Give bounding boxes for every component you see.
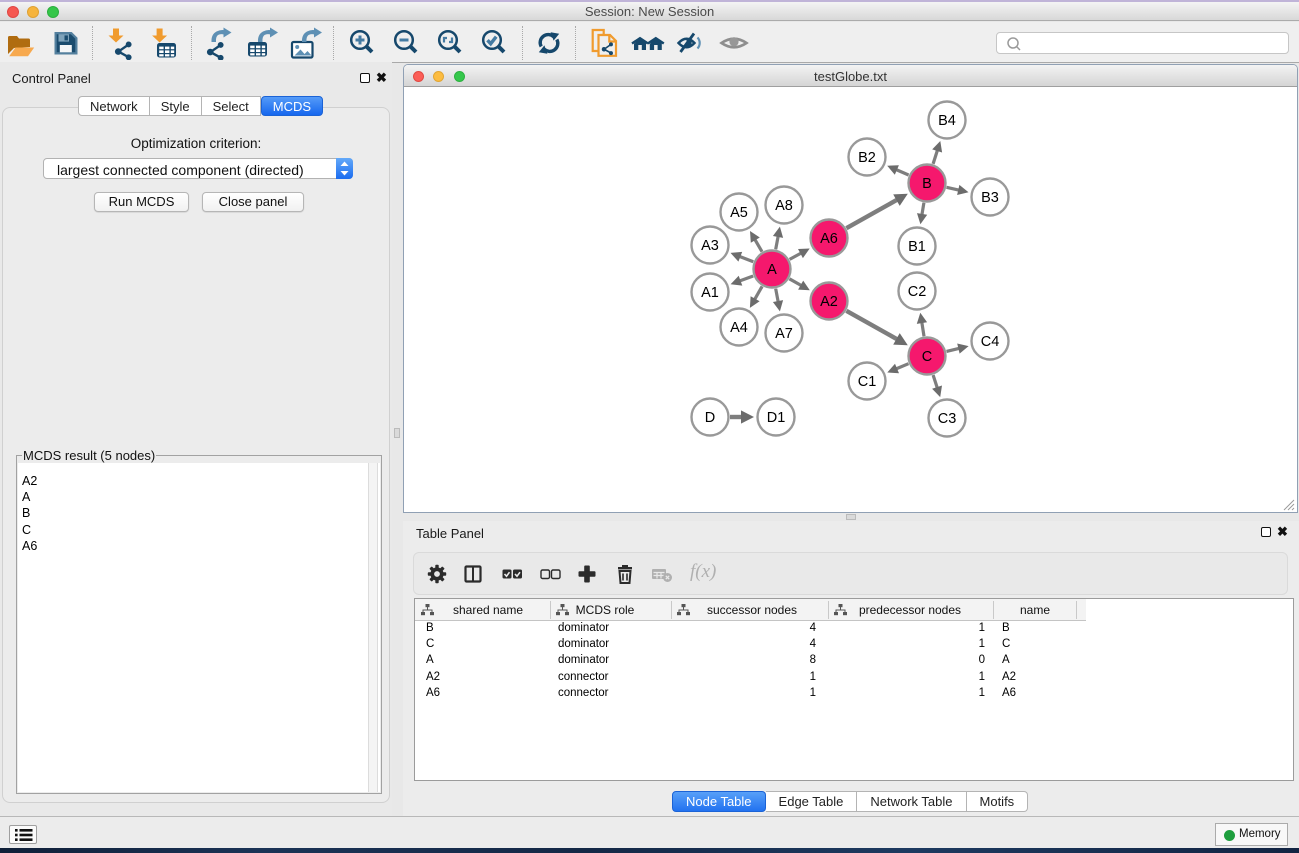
svg-text:A: A [767, 262, 777, 278]
svg-text:D1: D1 [767, 410, 786, 426]
svg-text:A3: A3 [701, 238, 719, 254]
svg-text:A7: A7 [775, 326, 793, 342]
svg-text:A4: A4 [730, 320, 748, 336]
svg-text:C: C [922, 349, 932, 365]
svg-text:B1: B1 [908, 239, 926, 255]
svg-text:B3: B3 [981, 190, 999, 206]
svg-text:D: D [705, 410, 715, 426]
svg-text:C1: C1 [858, 374, 877, 390]
svg-text:A5: A5 [730, 205, 748, 221]
svg-text:C3: C3 [938, 411, 957, 427]
svg-text:B4: B4 [938, 113, 956, 129]
svg-text:A2: A2 [820, 294, 838, 310]
svg-text:C2: C2 [908, 284, 927, 300]
svg-text:A1: A1 [701, 285, 719, 301]
svg-text:C4: C4 [981, 334, 1000, 350]
svg-text:A6: A6 [820, 231, 838, 247]
svg-text:B2: B2 [858, 150, 876, 166]
svg-text:B: B [922, 176, 932, 192]
svg-text:A8: A8 [775, 198, 793, 214]
